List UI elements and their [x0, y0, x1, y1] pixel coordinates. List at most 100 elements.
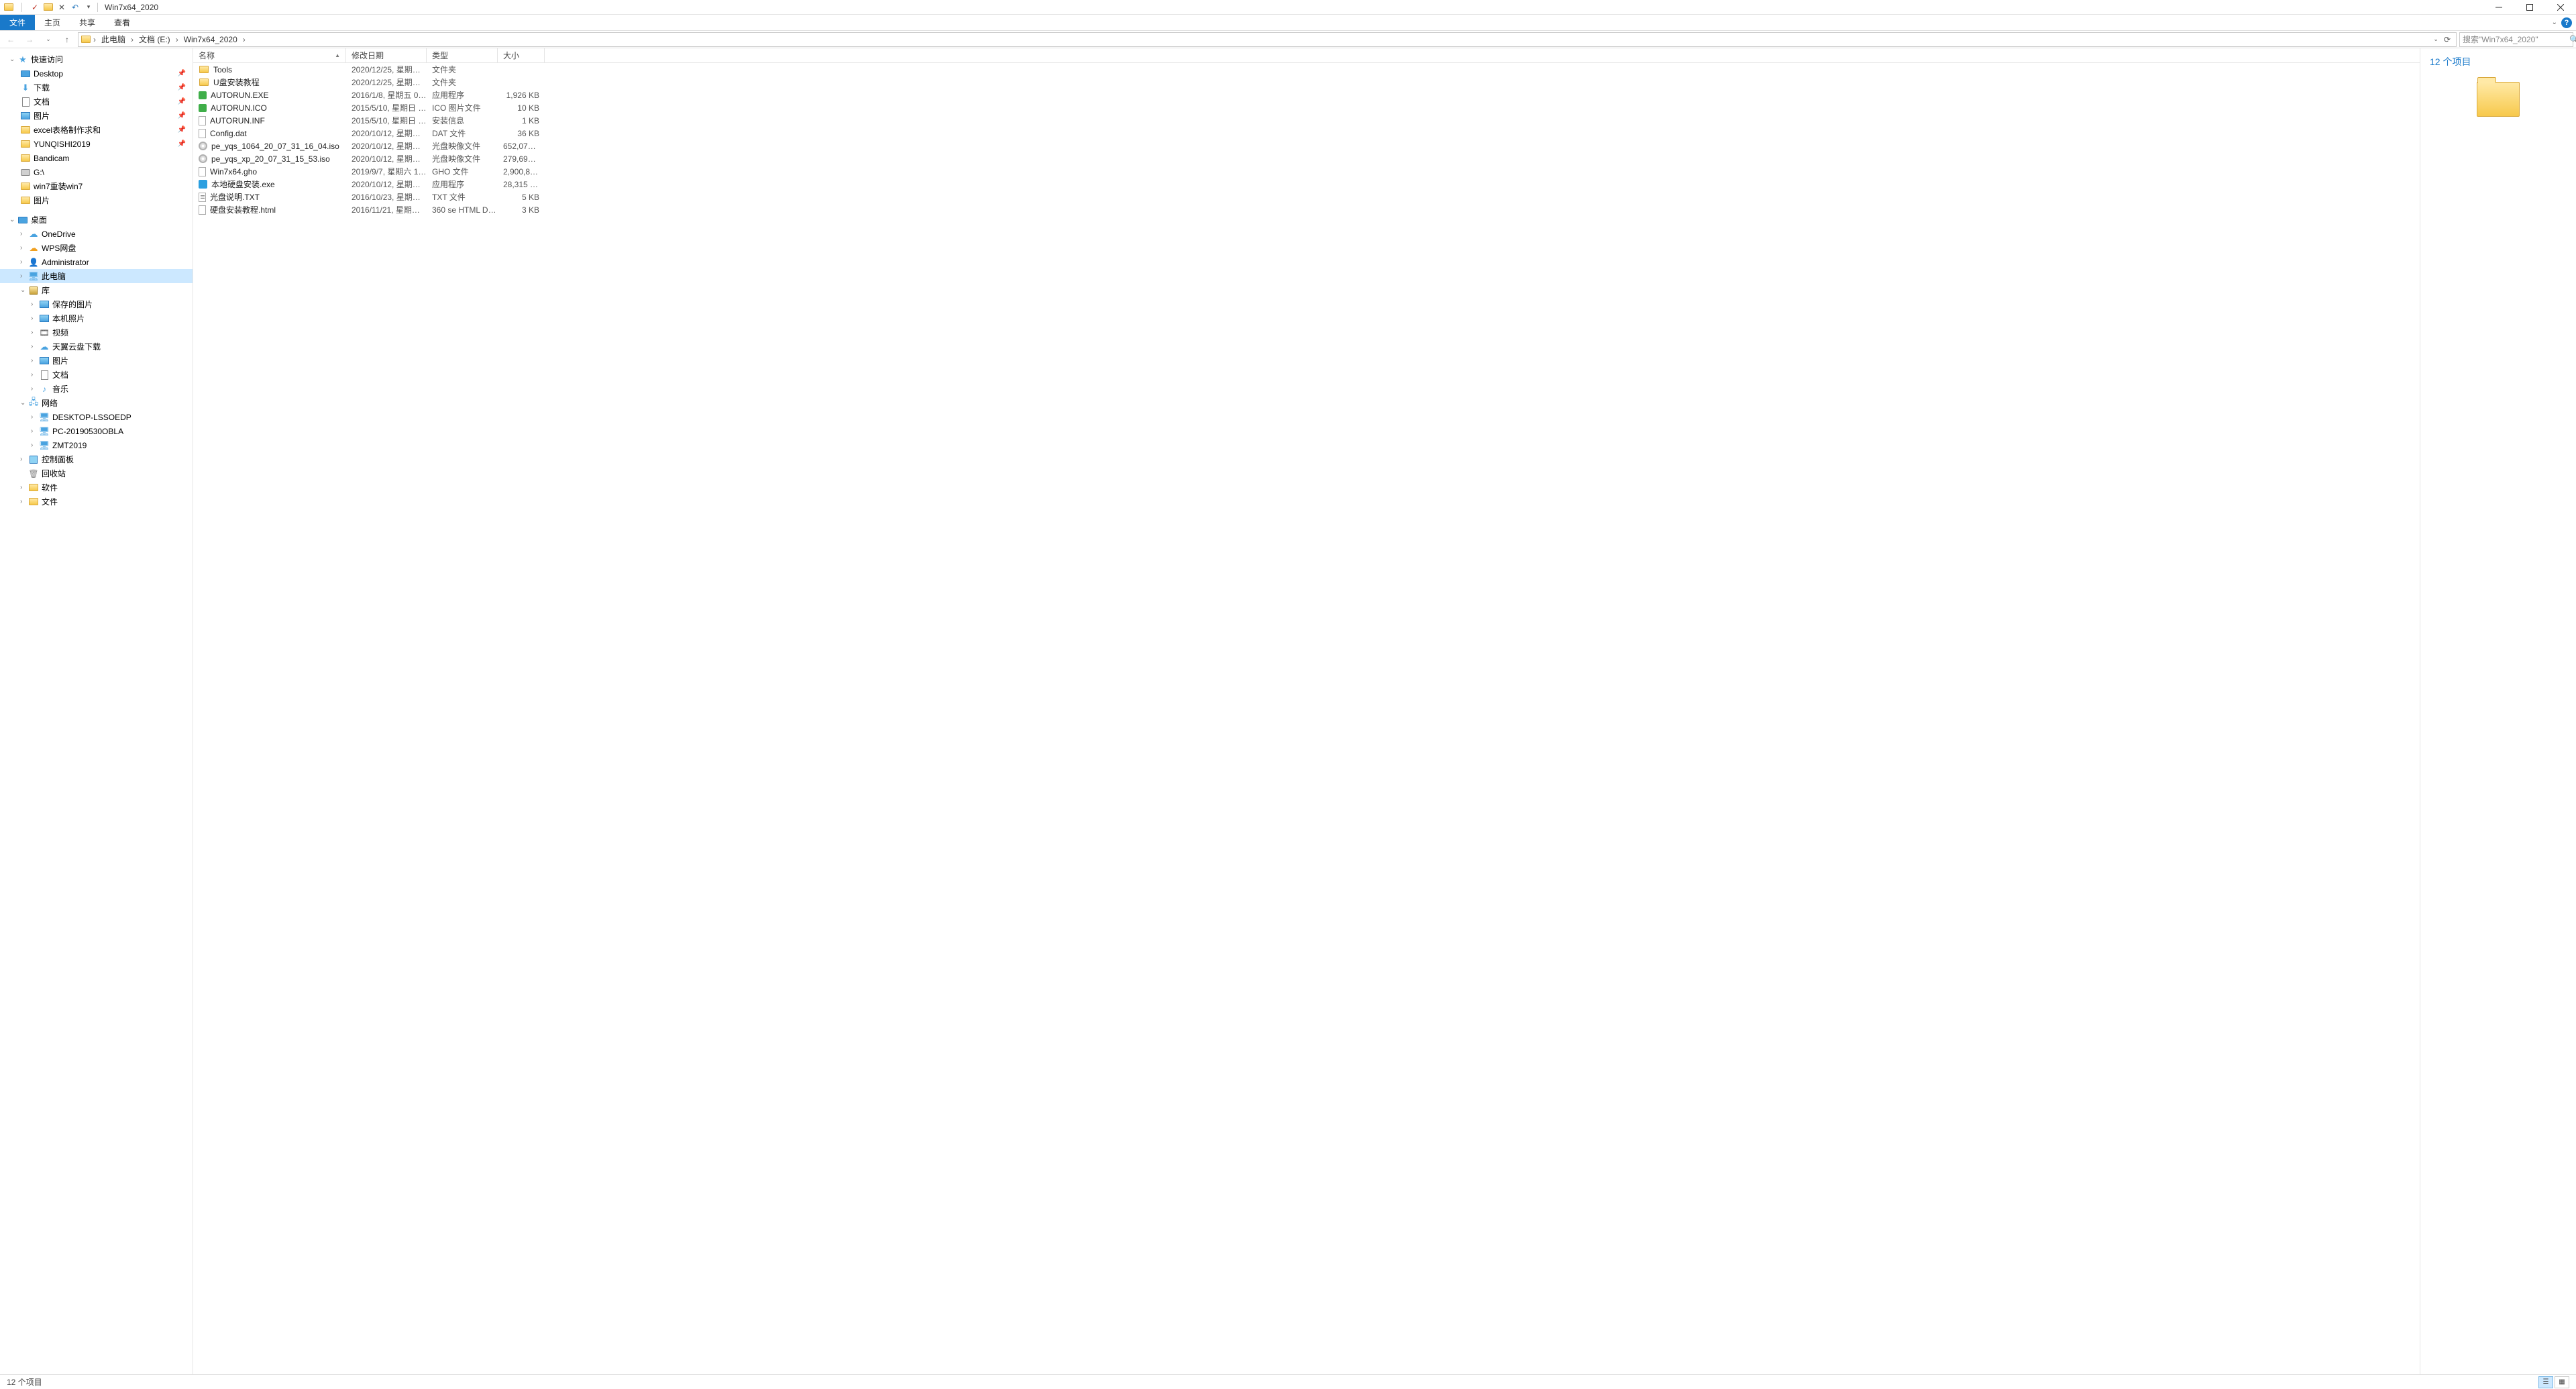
tree-network[interactable]: ⌄🖧网络 [0, 396, 193, 410]
tree-desktop[interactable]: Desktop📌 [0, 66, 193, 81]
file-date: 2015/5/10, 星期日 02... [346, 115, 427, 126]
file-row[interactable]: Config.dat2020/10/12, 星期一 1...DAT 文件36 K… [193, 127, 2420, 140]
col-header-type[interactable]: 类型 [427, 48, 498, 62]
chevron-right-icon[interactable]: › [129, 35, 135, 44]
quick-access-toolbar: ✓ ✕ ↶ ▾ [0, 3, 93, 12]
file-row[interactable]: Win7x64.gho2019/9/7, 星期六 19:...GHO 文件2,9… [193, 165, 2420, 178]
tree-lib-music[interactable]: ›♪音乐 [0, 382, 193, 396]
qat-dropdown-icon[interactable]: ▾ [84, 3, 93, 12]
chevron-right-icon[interactable]: › [92, 35, 97, 44]
tree-bandicam[interactable]: Bandicam [0, 151, 193, 165]
file-row[interactable]: 本地硬盘安装.exe2020/10/12, 星期一 1...应用程序28,315… [193, 178, 2420, 191]
ribbon-expand-icon[interactable]: ⌄ [2552, 19, 2557, 26]
file-row[interactable]: AUTORUN.EXE2016/1/8, 星期五 04:...应用程序1,926… [193, 89, 2420, 101]
breadcrumb-item[interactable]: Win7x64_2020 [181, 35, 240, 44]
nav-back-button[interactable]: ← [3, 32, 19, 47]
tree-pictures2[interactable]: 图片 [0, 193, 193, 207]
tree-pc2019[interactable]: ›🖥PC-20190530OBLA [0, 424, 193, 438]
file-type: 光盘映像文件 [427, 140, 498, 152]
tree-desktop-root[interactable]: ⌄桌面 [0, 213, 193, 227]
file-row[interactable]: 光盘说明.TXT2016/10/23, 星期日 0...TXT 文件5 KB [193, 191, 2420, 203]
tree-lib-pics[interactable]: ›图片 [0, 354, 193, 368]
maximize-button[interactable] [2514, 0, 2545, 15]
col-header-size[interactable]: 大小 [498, 48, 545, 62]
file-name: 硬盘安装教程.html [193, 204, 346, 215]
address-dropdown-icon[interactable]: ⌄ [2433, 36, 2438, 43]
file-date: 2020/12/25, 星期五 1... [346, 64, 427, 75]
details-title: 12 个项目 [2430, 55, 2567, 68]
tree-excel[interactable]: excel表格制作求和📌 [0, 123, 193, 137]
new-folder-icon[interactable] [44, 3, 53, 12]
tab-home[interactable]: 主页 [35, 15, 70, 30]
file-rows[interactable]: Tools2020/12/25, 星期五 1...文件夹U盘安装教程2020/1… [193, 63, 2420, 1374]
tree-yunqishi[interactable]: YUNQISHI2019📌 [0, 137, 193, 151]
tree-documents[interactable]: 文档📌 [0, 95, 193, 109]
close-button[interactable] [2545, 0, 2576, 15]
tab-file[interactable]: 文件 [0, 15, 35, 30]
breadcrumb-item[interactable]: 文档 (E:) [136, 34, 173, 45]
chevron-right-icon[interactable]: › [241, 35, 247, 44]
file-name: 光盘说明.TXT [193, 191, 346, 203]
tab-share[interactable]: 共享 [70, 15, 105, 30]
file-row[interactable]: pe_yqs_xp_20_07_31_15_53.iso2020/10/12, … [193, 152, 2420, 165]
tree-pictures[interactable]: 图片📌 [0, 109, 193, 123]
refresh-icon[interactable]: ⟳ [2444, 35, 2451, 44]
tree-g-drive[interactable]: G:\ [0, 165, 193, 179]
file-size: 1 KB [498, 116, 545, 125]
breadcrumb-item[interactable]: 此电脑 [99, 34, 128, 45]
nav-up-button[interactable]: ↑ [59, 32, 75, 47]
search-box[interactable]: 🔍 [2459, 32, 2573, 47]
tab-view[interactable]: 查看 [105, 15, 140, 30]
tree-label: DESKTOP-LSSOEDP [52, 413, 131, 422]
file-name: AUTORUN.EXE [193, 91, 346, 100]
tree-camera-roll[interactable]: ›本机照片 [0, 311, 193, 325]
delete-icon[interactable]: ✕ [57, 3, 66, 12]
tree-label: win7重装win7 [34, 181, 83, 192]
col-header-name[interactable]: 名称 [193, 48, 346, 62]
undo-icon[interactable]: ↶ [70, 3, 80, 12]
tree-win7reinstall[interactable]: win7重装win7 [0, 179, 193, 193]
file-row[interactable]: pe_yqs_1064_20_07_31_16_04.iso2020/10/12… [193, 140, 2420, 152]
search-input[interactable] [2463, 35, 2567, 44]
tree-desktop-lsso[interactable]: ›🖥DESKTOP-LSSOEDP [0, 410, 193, 424]
nav-forward-button[interactable]: → [21, 32, 38, 47]
tree-software[interactable]: ›软件 [0, 480, 193, 495]
tree-onedrive[interactable]: ›☁OneDrive [0, 227, 193, 241]
tree-downloads[interactable]: ⬇下载📌 [0, 81, 193, 95]
tree-saved-pics[interactable]: ›保存的图片 [0, 297, 193, 311]
col-header-date[interactable]: 修改日期 [346, 48, 427, 62]
tree-libraries[interactable]: ⌄库 [0, 283, 193, 297]
chevron-right-icon[interactable]: › [174, 35, 180, 44]
file-row[interactable]: Tools2020/12/25, 星期五 1...文件夹 [193, 63, 2420, 76]
breadcrumb-bar[interactable]: › 此电脑 › 文档 (E:) › Win7x64_2020 › ⌄ ⟳ [78, 32, 2457, 47]
tree-tianyi[interactable]: ›☁天翼云盘下载 [0, 340, 193, 354]
folder-icon [2477, 82, 2520, 117]
file-row[interactable]: AUTORUN.INF2015/5/10, 星期日 02...安装信息1 KB [193, 114, 2420, 127]
help-icon[interactable]: ? [2561, 17, 2572, 28]
tree-admin[interactable]: ›👤Administrator [0, 255, 193, 269]
file-row[interactable]: 硬盘安装教程.html2016/11/21, 星期一 2...360 se HT… [193, 203, 2420, 216]
file-type: 安装信息 [427, 115, 498, 126]
file-row[interactable]: U盘安装教程2020/12/25, 星期五 1...文件夹 [193, 76, 2420, 89]
navigation-tree[interactable]: ⌄★快速访问 Desktop📌 ⬇下载📌 文档📌 图片📌 excel表格制作求和… [0, 48, 193, 1374]
search-icon[interactable]: 🔍 [2569, 35, 2576, 44]
tree-thispc[interactable]: ›🖥此电脑 [0, 269, 193, 283]
tree-wps[interactable]: ›☁WPS网盘 [0, 241, 193, 255]
nav-history-dropdown[interactable]: ⌄ [40, 32, 56, 47]
file-date: 2020/10/12, 星期一 1... [346, 178, 427, 190]
tree-recycle[interactable]: 🗑回收站 [0, 466, 193, 480]
view-icons-button[interactable]: ▦ [2555, 1376, 2569, 1388]
tree-quick-access[interactable]: ⌄★快速访问 [0, 52, 193, 66]
tree-files[interactable]: ›文件 [0, 495, 193, 509]
tree-zmt2019[interactable]: ›🖥ZMT2019 [0, 438, 193, 452]
tree-lib-docs[interactable]: ›文档 [0, 368, 193, 382]
properties-icon[interactable]: ✓ [30, 3, 40, 12]
file-name: Tools [193, 64, 346, 75]
file-date: 2020/10/12, 星期一 1... [346, 127, 427, 139]
minimize-button[interactable] [2483, 0, 2514, 15]
tree-control-panel[interactable]: ›控制面板 [0, 452, 193, 466]
tree-label: OneDrive [42, 229, 76, 239]
view-details-button[interactable]: ☰ [2538, 1376, 2553, 1388]
tree-videos[interactable]: ›🎞视频 [0, 325, 193, 340]
file-row[interactable]: AUTORUN.ICO2015/5/10, 星期日 02...ICO 图片文件1… [193, 101, 2420, 114]
